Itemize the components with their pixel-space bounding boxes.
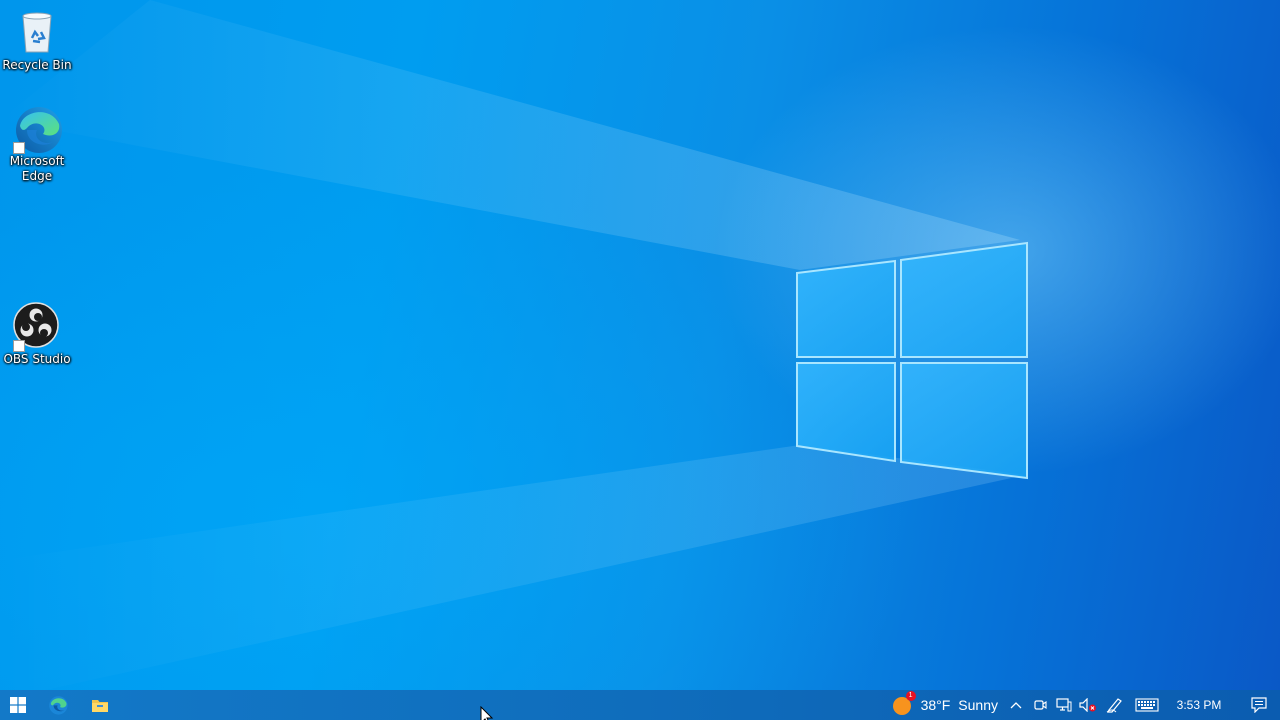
taskbar-file-explorer-button[interactable] [80, 690, 120, 720]
touch-keyboard-button[interactable] [1130, 690, 1164, 720]
clock-time: 3:53 PM [1176, 698, 1222, 712]
edge-icon [49, 696, 68, 715]
network-icon [1056, 698, 1072, 712]
weather-badge: 1 [905, 691, 916, 701]
desktop-icon-label: OBS Studio [3, 352, 71, 366]
recycle-bin-icon [13, 8, 61, 56]
meet-now-button[interactable] [1028, 690, 1052, 720]
clock-button[interactable]: 3:53 PM [1164, 690, 1234, 720]
edge-icon [13, 104, 62, 154]
windows-start-icon [10, 697, 26, 713]
volume-button[interactable] [1076, 690, 1100, 720]
windows-ink-button[interactable] [1100, 690, 1130, 720]
mouse-cursor-icon [480, 706, 494, 720]
file-explorer-icon [92, 700, 108, 712]
network-button[interactable] [1052, 690, 1076, 720]
chevron-up-icon [1010, 702, 1022, 709]
meet-now-icon [1034, 700, 1047, 710]
action-center-button[interactable] [1238, 690, 1280, 720]
taskbar-edge-button[interactable] [36, 690, 80, 720]
shortcut-arrow-icon [13, 142, 25, 154]
action-center-icon [1251, 697, 1267, 713]
desktop-icon-recycle-bin[interactable]: Recycle Bin [2, 8, 72, 73]
weather-widget[interactable]: 1 38°F Sunny [891, 690, 1004, 720]
weather-condition: Sunny [958, 697, 998, 713]
volume-muted-icon [1079, 698, 1096, 712]
desktop-icon-microsoft-edge[interactable]: Microsoft Edge [2, 104, 72, 184]
desktop-icon-label: Microsoft Edge [9, 154, 65, 183]
show-hidden-icons-button[interactable] [1004, 690, 1028, 720]
system-tray: 1 38°F Sunny 3:53 PM [891, 690, 1280, 720]
obs-studio-icon [13, 302, 61, 352]
start-button[interactable] [0, 690, 36, 720]
taskbar: 1 38°F Sunny 3:53 PM [0, 690, 1280, 720]
sun-icon: 1 [891, 691, 916, 716]
desktop-icon-label: Recycle Bin [2, 58, 72, 72]
wallpaper-windows-logo [796, 241, 1028, 480]
wallpaper-light-beams [0, 0, 1025, 700]
weather-temperature: 38°F [920, 697, 951, 713]
desktop[interactable]: Recycle Bin Microsoft Edge OBS Studio 1 … [0, 0, 1280, 720]
shortcut-arrow-icon [13, 340, 25, 352]
desktop-icon-obs-studio[interactable]: OBS Studio [2, 302, 72, 367]
pen-icon [1106, 698, 1122, 713]
keyboard-icon [1135, 698, 1159, 712]
